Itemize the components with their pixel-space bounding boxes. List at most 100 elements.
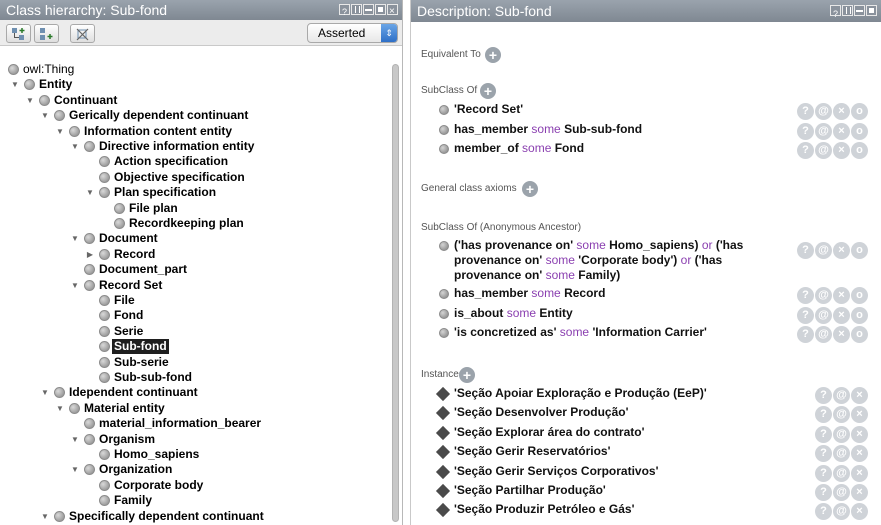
expanded-triangle-icon[interactable]: ▼ [70, 139, 80, 154]
annotate-icon[interactable]: @ [815, 306, 832, 324]
axiom-row[interactable]: member_of some Fond? @ × o [411, 141, 881, 160]
annotate-icon[interactable]: @ [815, 287, 832, 304]
expanded-triangle-icon[interactable]: ▼ [70, 278, 80, 293]
instance-row[interactable]: 'Seção Gerir Serviços Corporativos'? @ × [411, 464, 881, 483]
edit-icon[interactable]: o [851, 306, 868, 324]
tree-node[interactable]: ▼ Information content entity [0, 124, 390, 139]
tree-node[interactable]: owl:Thing [0, 62, 390, 77]
annotate-icon[interactable]: @ [833, 484, 850, 501]
explain-icon[interactable]: ? [797, 103, 814, 120]
tree-node[interactable]: Action specification [0, 154, 390, 169]
expanded-triangle-icon[interactable]: ▼ [55, 124, 65, 139]
ancestor-axiom-provenance[interactable]: ('has provenance on' some Homo_sapiens) … [411, 238, 881, 284]
split-view-icon[interactable] [842, 5, 853, 16]
tree-scrollbar[interactable] [391, 64, 400, 525]
tree-node[interactable]: Objective specification [0, 170, 390, 185]
add-equivalent-button[interactable]: + [485, 47, 501, 63]
explain-icon[interactable]: ? [797, 122, 814, 140]
tree-node[interactable]: ▼ Specifically dependent continuant [0, 509, 390, 524]
tree-node[interactable]: ▼ Document [0, 231, 390, 246]
tree-node[interactable]: Document_part [0, 262, 390, 277]
add-general-axiom-button[interactable]: + [522, 181, 538, 197]
instance-row[interactable]: 'Seção Desenvolver Produção'? @ × [411, 405, 881, 424]
tree-node[interactable]: File plan [0, 201, 390, 216]
annotate-icon[interactable]: @ [815, 326, 832, 343]
delete-icon[interactable]: × [851, 464, 868, 482]
annotate-icon[interactable]: @ [833, 425, 850, 443]
tree-node[interactable]: ▼ Organization [0, 462, 390, 477]
delete-icon[interactable]: × [851, 445, 868, 463]
delete-icon[interactable]: × [833, 103, 850, 120]
expanded-triangle-icon[interactable]: ▼ [70, 462, 80, 477]
axiom-row[interactable]: 'Record Set'? @ × o [411, 102, 881, 121]
maximize-icon[interactable] [375, 4, 386, 15]
edit-icon[interactable]: o [851, 326, 868, 343]
delete-icon[interactable]: × [833, 122, 850, 140]
explain-icon[interactable]: ? [815, 387, 832, 404]
delete-icon[interactable]: × [833, 326, 850, 343]
annotate-icon[interactable]: @ [833, 445, 850, 463]
explain-icon[interactable]: ? [797, 287, 814, 304]
axiom-row[interactable]: 'is concretized as' some 'Information Ca… [411, 325, 881, 344]
expanded-triangle-icon[interactable]: ▼ [70, 231, 80, 246]
delete-icon[interactable]: × [833, 142, 850, 159]
explain-icon[interactable]: ? [815, 464, 832, 482]
explain-icon[interactable]: ? [815, 484, 832, 501]
explain-icon[interactable]: ? [797, 242, 814, 259]
tree-node[interactable]: ▼ Idependent continuant [0, 385, 390, 400]
tree-node[interactable]: Serie [0, 324, 390, 339]
annotate-icon[interactable]: @ [833, 503, 850, 521]
expanded-triangle-icon[interactable]: ▼ [40, 385, 50, 400]
axiom-row[interactable]: has_member some Record? @ × o [411, 286, 881, 305]
close-icon[interactable] [387, 2, 398, 22]
minimize-icon[interactable] [854, 5, 865, 16]
edit-icon[interactable]: o [851, 287, 868, 304]
tree-node[interactable]: ▼ Organism [0, 432, 390, 447]
tree-node[interactable]: Sub-fond [0, 339, 390, 355]
delete-class-button[interactable] [70, 24, 95, 43]
expanded-triangle-icon[interactable]: ▼ [40, 509, 50, 524]
collapsed-triangle-icon[interactable]: ▶ [85, 247, 95, 262]
explain-icon[interactable]: ? [815, 425, 832, 443]
explain-icon[interactable]: ? [815, 406, 832, 424]
class-tree[interactable]: owl:Thing ▼ Entity ▼ Continuant ▼ Gerically de… [0, 62, 390, 525]
delete-icon[interactable]: × [833, 242, 850, 259]
tree-node[interactable]: ▼ Continuant [0, 93, 390, 108]
annotate-icon[interactable]: @ [815, 122, 832, 140]
tree-node[interactable]: material_information_bearer [0, 416, 390, 431]
instance-row[interactable]: 'Seção Apoiar Exploração e Produção (EeP… [411, 386, 881, 405]
instance-row[interactable]: 'Seção Produzir Petróleo e Gás'? @ × [411, 502, 881, 521]
help-icon[interactable] [830, 3, 841, 25]
annotate-icon[interactable]: @ [833, 387, 850, 404]
instance-row[interactable]: 'Seção Partilhar Produção'? @ × [411, 483, 881, 502]
axiom-row[interactable]: has_member some Sub-sub-fond? @ × o [411, 122, 881, 141]
instance-row[interactable]: 'Seção Gerir Reservatórios'? @ × [411, 444, 881, 463]
expanded-triangle-icon[interactable]: ▼ [70, 432, 80, 447]
split-view-icon[interactable] [351, 4, 362, 15]
tree-node[interactable]: ▼ Plan specification [0, 185, 390, 200]
tree-scrollbar-thumb[interactable] [392, 64, 399, 522]
tree-node[interactable]: ▼ Record Set [0, 278, 390, 293]
delete-icon[interactable]: × [851, 387, 868, 404]
explain-icon[interactable]: ? [797, 306, 814, 324]
edit-icon[interactable]: o [851, 142, 868, 159]
maximize-icon[interactable] [866, 5, 877, 16]
annotate-icon[interactable]: @ [833, 406, 850, 424]
edit-icon[interactable]: o [851, 122, 868, 140]
delete-icon[interactable]: × [851, 406, 868, 424]
annotate-icon[interactable]: @ [815, 242, 832, 259]
delete-icon[interactable]: × [851, 503, 868, 521]
explain-icon[interactable]: ? [797, 142, 814, 159]
tree-node[interactable]: ▶ Record [0, 247, 390, 262]
delete-icon[interactable]: × [851, 484, 868, 501]
annotate-icon[interactable]: @ [815, 103, 832, 120]
edit-icon[interactable]: o [851, 242, 868, 259]
tree-node[interactable]: ▼ Gerically dependent continuant [0, 108, 390, 123]
tree-node[interactable]: Sub-serie [0, 355, 390, 370]
add-subclass-of-button[interactable]: + [480, 83, 496, 99]
add-sibling-button[interactable] [34, 24, 59, 43]
expanded-triangle-icon[interactable]: ▼ [40, 108, 50, 123]
expanded-triangle-icon[interactable]: ▼ [25, 93, 35, 108]
delete-icon[interactable]: × [833, 287, 850, 304]
expanded-triangle-icon[interactable]: ▼ [10, 77, 20, 92]
